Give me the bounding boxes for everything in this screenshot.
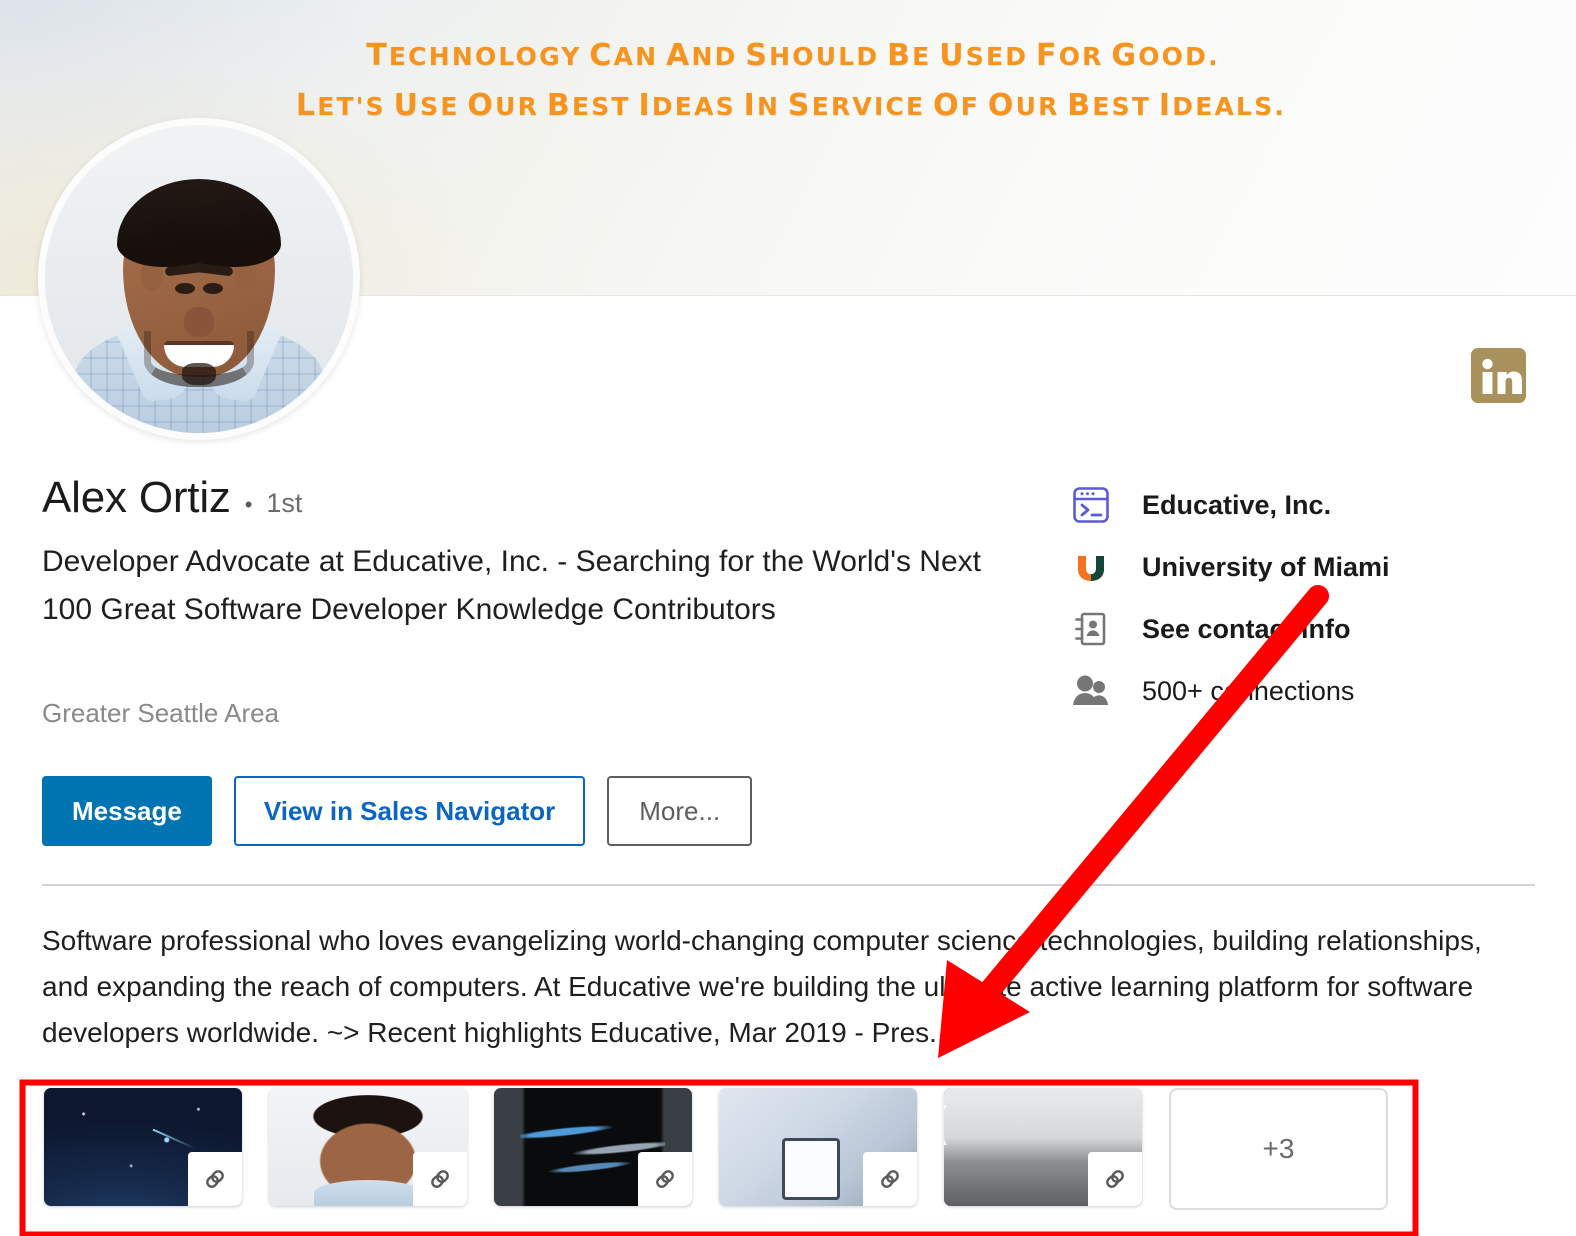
profile-avatar[interactable] [38, 118, 360, 440]
link-icon[interactable] [188, 1152, 242, 1206]
link-icon[interactable] [413, 1152, 467, 1206]
more-button[interactable]: More... [607, 776, 752, 846]
avatar-hair [117, 179, 281, 267]
media-more-count[interactable]: +3 [1169, 1088, 1388, 1210]
name-separator-dot: • [245, 494, 253, 516]
info-label-school: University of Miami [1142, 552, 1390, 583]
avatar-photo [45, 125, 353, 433]
profile-name-row: Alex Ortiz • 1st [42, 476, 302, 520]
message-button[interactable]: Message [42, 776, 212, 846]
info-row-contact[interactable]: See contact info [1070, 598, 1540, 660]
link-icon[interactable] [1088, 1152, 1142, 1206]
link-icon[interactable] [638, 1152, 692, 1206]
section-divider [42, 884, 1535, 886]
media-tile-space[interactable] [44, 1088, 242, 1206]
info-row-connections[interactable]: 500+ connections [1070, 660, 1540, 722]
avatar-eye-right [203, 283, 223, 294]
avatar-goatee [182, 363, 216, 385]
view-in-sales-navigator-button[interactable]: View in Sales Navigator [234, 776, 585, 846]
info-label-contact: See contact info [1142, 614, 1351, 645]
featured-media-strip: +3 [44, 1088, 1388, 1210]
profile-location: Greater Seattle Area [42, 698, 279, 729]
link-icon[interactable] [863, 1152, 917, 1206]
profile-summary-text: Software professional who loves evangeli… [42, 918, 1512, 1056]
terminal-window-icon [1070, 482, 1124, 528]
info-row-school[interactable]: University of Miami [1070, 536, 1540, 598]
info-row-company[interactable]: Educative, Inc. [1070, 474, 1540, 536]
media-tile-desk[interactable] [719, 1088, 917, 1206]
info-label-company: Educative, Inc. [1142, 490, 1331, 521]
connection-degree-badge: 1st [266, 490, 302, 517]
profile-action-buttons: Message View in Sales Navigator More... [42, 776, 752, 846]
profile-headline: Developer Advocate at Educative, Inc. - … [42, 538, 992, 634]
profile-info-list: Educative, Inc. University of Miami See … [1070, 474, 1540, 722]
banner-tagline: TECHNOLOGY CAN AND SHOULD BE USED FOR GO… [0, 34, 1576, 132]
contact-card-icon [1070, 606, 1124, 652]
media-tile-network[interactable] [494, 1088, 692, 1206]
connections-people-icon [1070, 668, 1124, 714]
media-tile-portrait[interactable] [269, 1088, 467, 1206]
avatar-eye-left [175, 283, 195, 294]
info-label-connections: 500+ connections [1142, 676, 1354, 707]
university-of-miami-logo-icon [1070, 544, 1124, 590]
profile-name: Alex Ortiz [42, 476, 231, 520]
banner-tagline-line-1: TECHNOLOGY CAN AND SHOULD BE USED FOR GO… [0, 34, 1576, 82]
linkedin-logo-icon[interactable] [1471, 348, 1526, 403]
media-tile-city[interactable] [944, 1088, 1142, 1206]
